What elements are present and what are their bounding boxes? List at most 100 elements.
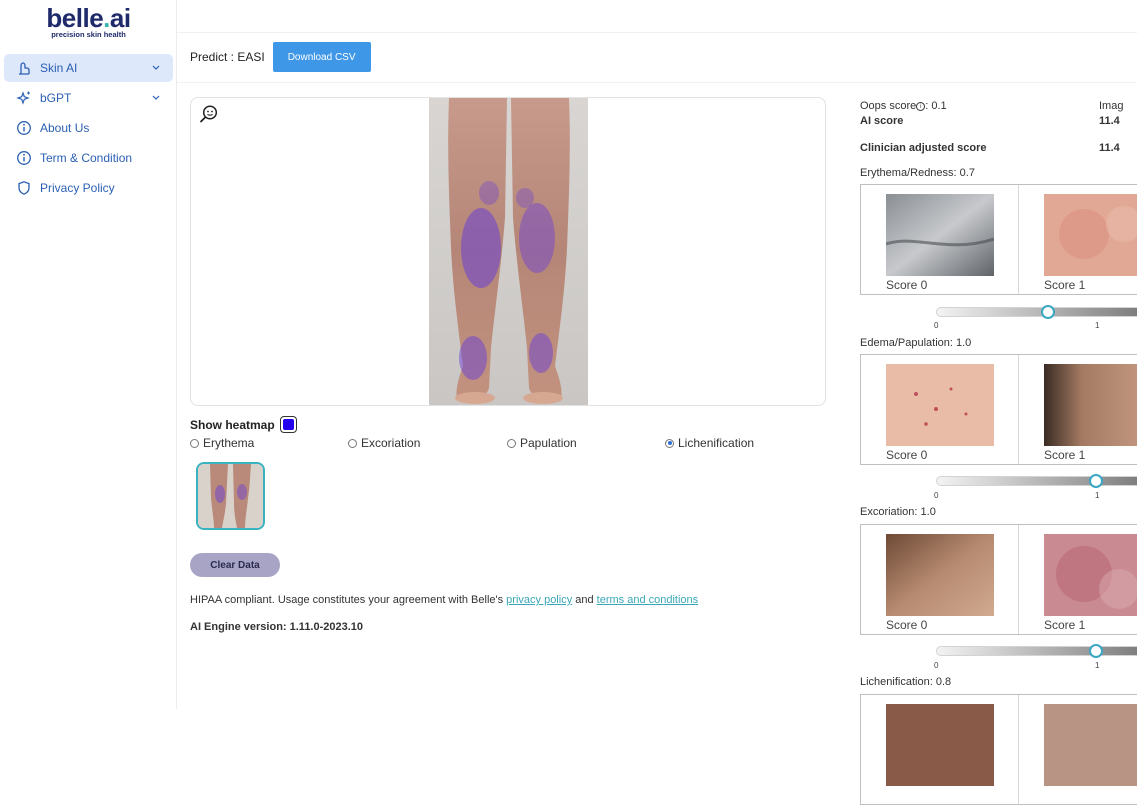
radio-label: Papulation	[520, 436, 577, 450]
sidebar-item-terms[interactable]: Term & Condition	[4, 144, 173, 172]
score-1-caption: Score 1	[1044, 448, 1086, 462]
score-1-caption: Score 1	[1044, 278, 1086, 292]
skin-ai-icon	[19, 62, 30, 75]
sidebar-nav: Skin AI bGPT About Us Term & Condition P…	[0, 54, 177, 204]
sidebar-item-skin-ai[interactable]: Skin AI	[4, 54, 173, 82]
edema-papulation-title: Edema/Papulation: 1.0	[860, 337, 972, 349]
info-circle-icon	[17, 151, 31, 165]
radio-button[interactable]	[348, 438, 357, 448]
score-0-caption: Score 0	[886, 448, 928, 462]
reference-image-score-0[interactable]	[886, 534, 994, 616]
radio-erythema[interactable]: Erythema	[190, 436, 254, 450]
sidebar-item-privacy-policy[interactable]: Privacy Policy	[4, 174, 173, 202]
sidebar-item-bgpt[interactable]: bGPT	[4, 84, 173, 112]
reference-image-score-1[interactable]	[1044, 534, 1137, 616]
score-0-caption: Score 0	[886, 278, 928, 292]
erythema-score-slider[interactable]	[936, 305, 1137, 319]
oops-score-value: : 0.1	[925, 100, 947, 112]
ai-score-value: 11.4	[1099, 115, 1120, 127]
divider	[1018, 355, 1019, 464]
slider-tick-0: 0	[934, 491, 939, 500]
papulation-score-slider[interactable]	[936, 474, 1137, 488]
divider	[1018, 185, 1019, 294]
radio-label: Lichenification	[678, 436, 755, 450]
excoriation-reference-panel: Score 0 Score 1	[860, 524, 1137, 635]
predict-toolbar: Predict : EASI Download CSV	[190, 42, 371, 72]
top-bar	[177, 0, 1137, 33]
hipaa-text: HIPAA compliant. Usage constitutes your …	[190, 594, 507, 606]
slider-knob[interactable]	[1089, 474, 1103, 488]
reference-image-score-1[interactable]	[1044, 704, 1137, 786]
heatmap-label: Show heatmap	[190, 417, 275, 432]
slider-knob[interactable]	[1041, 305, 1056, 319]
image-score-header: Imag	[1099, 100, 1124, 112]
slider-tick-1: 1	[1095, 491, 1100, 500]
erythema-reference-panel: Score 0 Score 1	[860, 184, 1137, 295]
excoriation-title: Excoriation: 1.0	[860, 506, 936, 518]
reference-image-score-0[interactable]	[886, 704, 994, 786]
sparkle-icon	[16, 91, 30, 105]
clear-data-button[interactable]: Clear Data	[190, 553, 280, 577]
privacy-policy-link[interactable]: privacy policy	[506, 594, 572, 606]
chevron-down-icon[interactable]	[151, 92, 161, 102]
info-icon[interactable]: i	[916, 102, 926, 111]
clinician-score-value: 11.4	[1099, 142, 1120, 154]
heatmap-toggle-row: Show heatmap	[190, 416, 297, 433]
score-0-caption: Score 0	[886, 618, 928, 632]
edema-papulation-reference-panel: Score 0 Score 1	[860, 354, 1137, 465]
logo-wordmark: belle.ai	[46, 3, 131, 33]
sidebar-item-label: Privacy Policy	[40, 181, 115, 195]
heatmap-color-picker[interactable]	[279, 416, 297, 433]
sidebar-item-about-us[interactable]: About Us	[4, 114, 173, 142]
sidebar-item-label: Skin AI	[40, 61, 78, 75]
radio-lichenification[interactable]: Lichenification	[665, 436, 754, 450]
radio-label: Erythema	[203, 436, 255, 450]
radio-button[interactable]	[665, 438, 674, 448]
reference-image-score-0[interactable]	[886, 194, 994, 276]
radio-papulation[interactable]: Papulation	[507, 436, 577, 450]
color-swatch-fill	[282, 419, 294, 430]
and-text: and	[572, 594, 597, 606]
image-thumbnail[interactable]	[196, 462, 265, 530]
logo[interactable]: belle.ai precision skin health	[0, 4, 177, 39]
radio-button[interactable]	[507, 438, 516, 448]
divider	[177, 82, 1137, 83]
radio-label: Excoriation	[361, 436, 421, 450]
lichenification-reference-panel	[860, 694, 1137, 805]
reference-image-score-1[interactable]	[1044, 194, 1137, 276]
sidebar-item-label: About Us	[40, 121, 90, 135]
slider-knob[interactable]	[1089, 644, 1103, 658]
slider-tick-0: 0	[934, 661, 939, 670]
divider	[1018, 525, 1019, 634]
slider-tick-0: 0	[934, 321, 939, 330]
clinician-score-label: Clinician adjusted score	[860, 142, 987, 154]
radio-excoriation[interactable]: Excoriation	[348, 436, 420, 450]
terms-link[interactable]: terms and conditions	[597, 594, 699, 606]
hipaa-notice: HIPAA compliant. Usage constitutes your …	[190, 594, 698, 606]
shield-icon	[18, 181, 30, 195]
engine-version: AI Engine version: 1.11.0-2023.10	[190, 621, 364, 633]
heatmap-type-radio-group: Erythema Excoriation Papulation Lichenif…	[190, 436, 830, 450]
zoom-face-icon[interactable]	[199, 104, 219, 124]
sidebar-item-label: bGPT	[40, 91, 72, 105]
download-csv-button[interactable]: Download CSV	[272, 42, 371, 72]
divider	[1018, 695, 1019, 804]
sidebar-item-label: Term & Condition	[40, 151, 133, 165]
chevron-down-icon[interactable]	[151, 62, 161, 72]
excoriation-score-slider[interactable]	[936, 644, 1137, 658]
ai-score-label: AI score	[860, 115, 904, 127]
reference-image-score-1[interactable]	[1044, 364, 1137, 446]
logo-tagline: precision skin health	[51, 30, 126, 39]
info-circle-icon	[17, 121, 31, 135]
radio-button[interactable]	[190, 438, 199, 448]
oops-score-label: Oops score	[860, 100, 917, 112]
lichenification-title: Lichenification: 0.8	[860, 676, 952, 688]
erythema-title: Erythema/Redness: 0.7	[860, 167, 975, 179]
thumbnail-photo	[198, 464, 263, 528]
sidebar: belle.ai precision skin health Skin AI b…	[0, 0, 177, 709]
legs-photo	[429, 98, 588, 405]
oops-score: Oops score i: 0.1	[860, 100, 947, 112]
image-viewer[interactable]	[190, 97, 826, 406]
reference-image-score-0[interactable]	[886, 364, 994, 446]
slider-tick-1: 1	[1095, 661, 1100, 670]
